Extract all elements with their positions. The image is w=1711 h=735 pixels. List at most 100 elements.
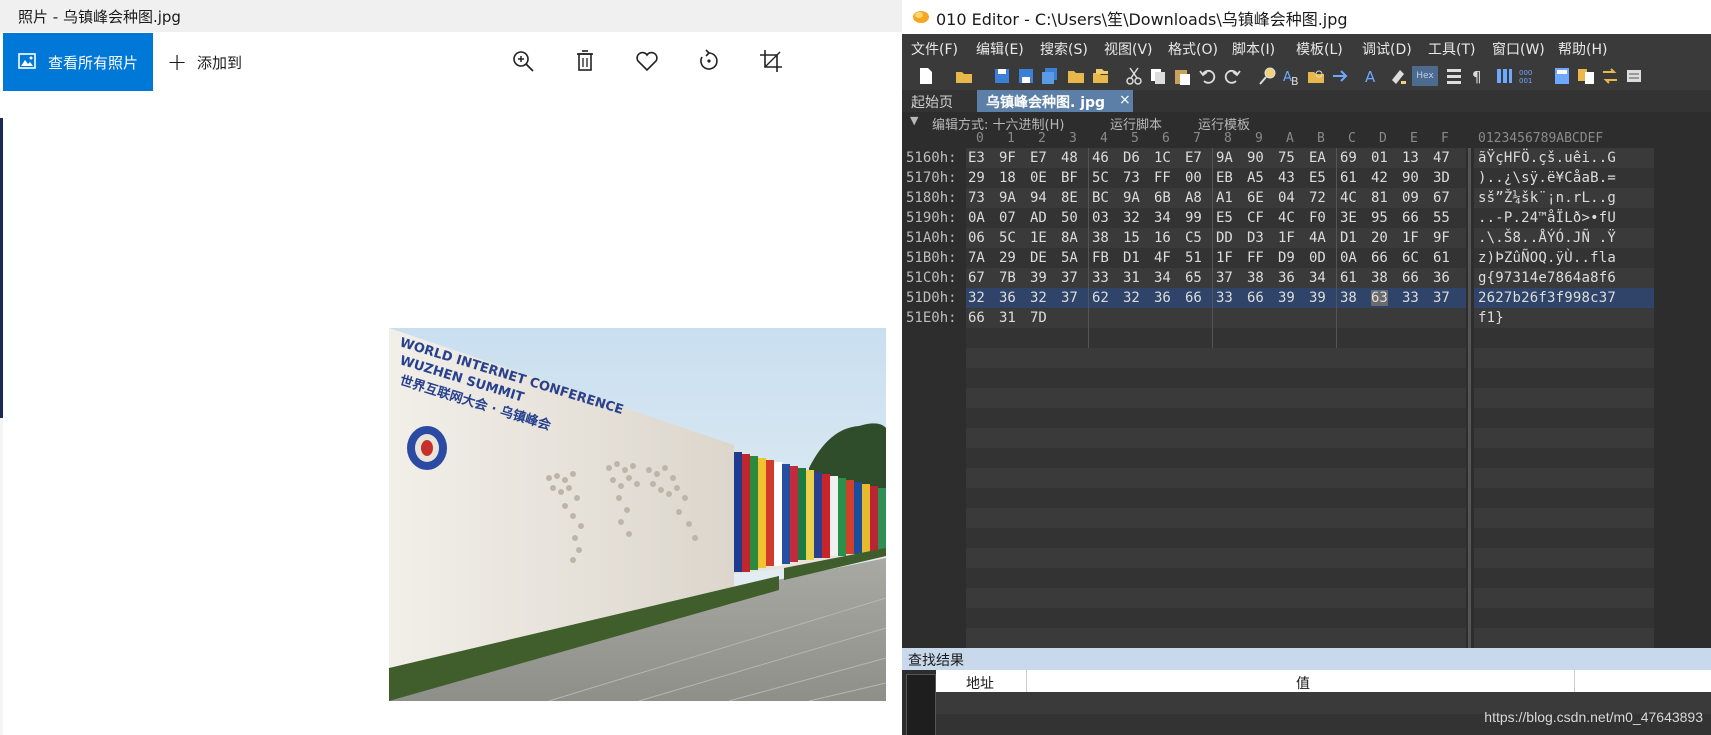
hex-data-area[interactable]: 5160h: E3 9F E7 48 46 D6 1C E7 9A 90 75 EA 69 01 13 47 ãŸ…	[902, 148, 1711, 648]
menu-file[interactable]: 文件(F)	[911, 39, 958, 59]
hex-byte[interactable]: 47	[1433, 150, 1450, 166]
hex-byte[interactable]: 29	[999, 250, 1016, 266]
hex-byte[interactable]: 4A	[1309, 230, 1326, 246]
delete-icon[interactable]	[572, 48, 598, 74]
hex-byte[interactable]: FF	[1247, 250, 1264, 266]
hex-byte[interactable]: 36	[1154, 290, 1171, 306]
hex-byte[interactable]: DE	[1030, 250, 1047, 266]
hex-byte[interactable]: 7B	[999, 270, 1016, 286]
hex-byte[interactable]: FF	[1154, 170, 1171, 186]
hex-byte[interactable]: 48	[1061, 150, 1078, 166]
hex-byte[interactable]: 1F	[1278, 230, 1295, 246]
hex-byte[interactable]: 66	[1402, 270, 1419, 286]
hex-byte[interactable]: 8A	[1061, 230, 1078, 246]
ascii-text[interactable]: 2627b26f3f998c37	[1478, 290, 1616, 306]
hex-byte[interactable]: EA	[1309, 150, 1326, 166]
highlight-icon[interactable]	[1388, 66, 1408, 86]
hex-byte[interactable]: 37	[1216, 270, 1233, 286]
menu-edit[interactable]: 编辑(E)	[976, 39, 1024, 59]
hex-byte[interactable]: E7	[1185, 150, 1202, 166]
hex-byte[interactable]: 7A	[968, 250, 985, 266]
hex-byte[interactable]: 29	[968, 170, 985, 186]
zoom-icon[interactable]	[510, 48, 536, 74]
hex-byte[interactable]: 07	[999, 210, 1016, 226]
hex-byte[interactable]: 81	[1371, 190, 1388, 206]
hex-byte[interactable]: 1F	[1402, 230, 1419, 246]
hex-byte[interactable]: 39	[1278, 290, 1295, 306]
menu-script[interactable]: 脚本(I)	[1232, 39, 1275, 59]
hex-byte[interactable]: 63	[1371, 290, 1388, 306]
hex-byte[interactable]: 1C	[1154, 150, 1171, 166]
find-replace-icon[interactable]: AB	[1282, 66, 1302, 86]
hex-byte[interactable]: 18	[999, 170, 1016, 186]
font-icon[interactable]: A	[1364, 66, 1384, 86]
hex-byte[interactable]: BC	[1092, 190, 1109, 206]
hex-byte[interactable]: 3E	[1340, 210, 1357, 226]
add-to-button[interactable]: + 添加到	[165, 33, 275, 91]
save-as-icon[interactable]	[1016, 66, 1036, 86]
hex-byte[interactable]: 36	[999, 290, 1016, 306]
hex-byte[interactable]: 5C	[1092, 170, 1109, 186]
hex-byte[interactable]: 36	[1278, 270, 1295, 286]
hex-byte[interactable]: C5	[1185, 230, 1202, 246]
ascii-text[interactable]: g{97314e7864a8f6	[1478, 270, 1616, 286]
column-address[interactable]: 地址	[966, 673, 994, 693]
hex-byte[interactable]: 32	[1030, 290, 1047, 306]
hex-byte[interactable]: 33	[1402, 290, 1419, 306]
hex-byte[interactable]: 37	[1061, 270, 1078, 286]
hex-byte[interactable]: 34	[1154, 270, 1171, 286]
hex-byte[interactable]: 09	[1402, 190, 1419, 206]
hex-byte[interactable]: 9F	[999, 150, 1016, 166]
menu-view[interactable]: 视图(V)	[1104, 39, 1153, 59]
tab-start-page[interactable]: 起始页	[911, 92, 953, 112]
find-icon[interactable]	[1258, 66, 1278, 86]
hex-byte[interactable]: 33	[1216, 290, 1233, 306]
menu-debug[interactable]: 调试(D)	[1362, 39, 1412, 59]
hex-byte[interactable]: 38	[1092, 230, 1109, 246]
hex-byte[interactable]: 66	[1402, 210, 1419, 226]
hex-byte[interactable]: E7	[1030, 150, 1047, 166]
undo-icon[interactable]	[1198, 66, 1218, 86]
hex-byte[interactable]: 8E	[1061, 190, 1078, 206]
hex-byte[interactable]: 38	[1371, 270, 1388, 286]
hex-byte[interactable]: 73	[1123, 170, 1140, 186]
hex-byte[interactable]: 51	[1185, 250, 1202, 266]
hex-byte[interactable]: 32	[1123, 290, 1140, 306]
hex-byte[interactable]: 38	[1340, 290, 1357, 306]
hex-byte[interactable]: 5A	[1061, 250, 1078, 266]
paste-icon[interactable]	[1172, 66, 1192, 86]
cut-icon[interactable]	[1124, 66, 1144, 86]
menu-tools[interactable]: 工具(T)	[1428, 39, 1475, 59]
view-all-photos-button[interactable]: 查看所有照片	[3, 33, 153, 91]
hex-byte[interactable]: 4F	[1154, 250, 1171, 266]
hex-byte[interactable]: 73	[968, 190, 985, 206]
hex-byte[interactable]: 01	[1371, 150, 1388, 166]
hex-byte[interactable]: 13	[1402, 150, 1419, 166]
show-whitespace-icon[interactable]: ¶	[1468, 66, 1488, 86]
hex-byte[interactable]: 1F	[1216, 250, 1233, 266]
hex-byte[interactable]: 43	[1278, 170, 1295, 186]
hex-byte[interactable]: 16	[1154, 230, 1171, 246]
hex-byte[interactable]: 62	[1092, 290, 1109, 306]
ascii-text[interactable]: )..¿\sÿ.ë¥CåaB.=	[1478, 170, 1616, 186]
goto-icon[interactable]	[1330, 66, 1350, 86]
hex-byte[interactable]: 0A	[968, 210, 985, 226]
rotate-icon[interactable]	[696, 48, 722, 74]
address-icon[interactable]: 000001	[1518, 66, 1538, 86]
hex-byte[interactable]: CF	[1247, 210, 1264, 226]
hex-byte[interactable]: 94	[1030, 190, 1047, 206]
find-in-files-icon[interactable]	[1306, 66, 1326, 86]
hex-byte[interactable]: 37	[1433, 290, 1450, 306]
hex-byte[interactable]: A1	[1216, 190, 1233, 206]
save-all-icon[interactable]	[1040, 66, 1060, 86]
hex-byte[interactable]: D1	[1340, 230, 1357, 246]
hex-byte[interactable]: 99	[1185, 210, 1202, 226]
hex-byte[interactable]: 0D	[1309, 250, 1326, 266]
hex-ascii-divider[interactable]	[1468, 148, 1471, 648]
heart-icon[interactable]	[634, 48, 660, 74]
hex-byte[interactable]: 95	[1371, 210, 1388, 226]
hex-byte[interactable]: F0	[1309, 210, 1326, 226]
hex-byte[interactable]: 61	[1340, 270, 1357, 286]
hex-byte[interactable]: 6B	[1154, 190, 1171, 206]
checksum-icon[interactable]	[1600, 66, 1620, 86]
